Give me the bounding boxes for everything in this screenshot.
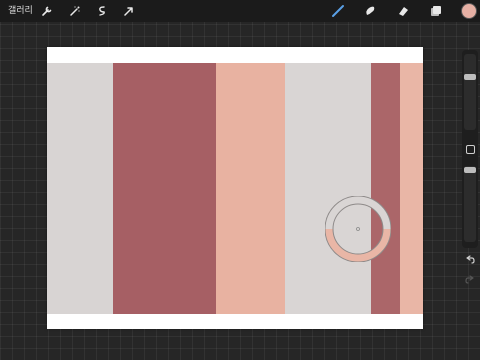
stripe-dusty-rose-1 bbox=[113, 63, 216, 314]
artwork bbox=[47, 63, 423, 314]
color-swatch-button[interactable] bbox=[461, 3, 477, 19]
eyedropper-loupe[interactable] bbox=[325, 196, 391, 262]
brush-icon[interactable] bbox=[330, 3, 346, 19]
brush-size-slider[interactable] bbox=[464, 54, 476, 130]
eraser-icon[interactable] bbox=[395, 3, 411, 19]
canvas[interactable] bbox=[47, 47, 423, 329]
opacity-handle[interactable] bbox=[464, 167, 476, 173]
stripe-peach-1 bbox=[216, 63, 285, 314]
undo-icon[interactable] bbox=[464, 254, 476, 266]
stripe-light-grey-2 bbox=[285, 63, 371, 314]
wrench-icon[interactable] bbox=[39, 3, 55, 19]
smudge-icon[interactable] bbox=[362, 3, 378, 19]
crosshair-icon bbox=[356, 227, 360, 231]
selection-icon[interactable] bbox=[94, 3, 110, 19]
gallery-button[interactable]: 갤러리 bbox=[8, 4, 33, 18]
top-toolbar: 갤러리 bbox=[0, 0, 480, 22]
transform-arrow-icon[interactable] bbox=[121, 3, 137, 19]
stripe-dusty-rose-2 bbox=[371, 63, 400, 314]
layers-icon[interactable] bbox=[428, 3, 444, 19]
stripe-light-grey-1 bbox=[47, 63, 113, 314]
magic-wand-icon[interactable] bbox=[67, 3, 83, 19]
redo-icon[interactable] bbox=[464, 274, 476, 286]
opacity-slider[interactable] bbox=[464, 166, 476, 242]
brush-size-handle[interactable] bbox=[464, 74, 476, 80]
modify-button[interactable] bbox=[466, 145, 475, 154]
stripe-peach-2 bbox=[400, 63, 423, 314]
